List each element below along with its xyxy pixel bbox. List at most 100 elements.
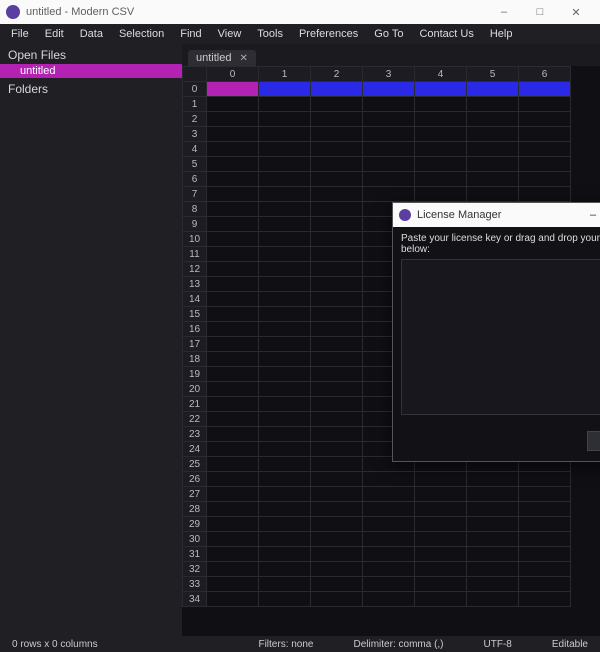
grid-cell[interactable] bbox=[207, 457, 259, 472]
grid-cell[interactable] bbox=[311, 277, 363, 292]
grid-cell[interactable] bbox=[415, 187, 467, 202]
grid-cell[interactable] bbox=[467, 157, 519, 172]
grid-cell[interactable] bbox=[415, 82, 467, 97]
grid-cell[interactable] bbox=[311, 487, 363, 502]
grid-cell[interactable] bbox=[259, 487, 311, 502]
grid-cell[interactable] bbox=[363, 127, 415, 142]
grid-cell[interactable] bbox=[259, 322, 311, 337]
grid-cell[interactable] bbox=[519, 187, 571, 202]
grid-cell[interactable] bbox=[207, 412, 259, 427]
grid-cell[interactable] bbox=[363, 112, 415, 127]
grid-cell[interactable] bbox=[259, 562, 311, 577]
grid-cell[interactable] bbox=[415, 577, 467, 592]
grid-cell[interactable] bbox=[363, 547, 415, 562]
row-header[interactable]: 25 bbox=[183, 457, 207, 472]
row-header[interactable]: 33 bbox=[183, 577, 207, 592]
grid-cell[interactable] bbox=[415, 142, 467, 157]
grid-cell[interactable] bbox=[259, 247, 311, 262]
grid-cell[interactable] bbox=[259, 412, 311, 427]
grid-cell[interactable] bbox=[467, 187, 519, 202]
grid-cell[interactable] bbox=[363, 502, 415, 517]
row-header[interactable]: 30 bbox=[183, 532, 207, 547]
grid-cell[interactable] bbox=[207, 487, 259, 502]
grid-cell[interactable] bbox=[519, 547, 571, 562]
grid-cell[interactable] bbox=[519, 577, 571, 592]
sidebar-open-files-header[interactable]: Open Files bbox=[0, 44, 182, 64]
grid-cell[interactable] bbox=[519, 502, 571, 517]
grid-cell[interactable] bbox=[311, 142, 363, 157]
grid-cell[interactable] bbox=[467, 112, 519, 127]
grid-cell[interactable] bbox=[415, 472, 467, 487]
col-header[interactable]: 5 bbox=[467, 67, 519, 82]
grid-cell[interactable] bbox=[311, 457, 363, 472]
grid-cell[interactable] bbox=[311, 292, 363, 307]
grid-cell[interactable] bbox=[311, 397, 363, 412]
col-header[interactable]: 3 bbox=[363, 67, 415, 82]
grid-cell[interactable] bbox=[311, 232, 363, 247]
row-header[interactable]: 5 bbox=[183, 157, 207, 172]
grid-cell[interactable] bbox=[311, 562, 363, 577]
grid-cell[interactable] bbox=[311, 112, 363, 127]
grid-cell[interactable] bbox=[311, 172, 363, 187]
sidebar-file-item[interactable]: untitled bbox=[0, 64, 182, 78]
grid-cell[interactable] bbox=[259, 547, 311, 562]
grid-cell[interactable] bbox=[207, 202, 259, 217]
menu-tools[interactable]: Tools bbox=[250, 26, 290, 42]
grid-cell[interactable] bbox=[311, 187, 363, 202]
grid-cell[interactable] bbox=[259, 532, 311, 547]
grid-corner[interactable] bbox=[183, 67, 207, 82]
grid-cell[interactable] bbox=[519, 97, 571, 112]
grid-cell[interactable] bbox=[259, 127, 311, 142]
grid-cell[interactable] bbox=[311, 157, 363, 172]
row-header[interactable]: 18 bbox=[183, 352, 207, 367]
grid-cell[interactable] bbox=[363, 142, 415, 157]
menu-find[interactable]: Find bbox=[173, 26, 208, 42]
col-header[interactable]: 2 bbox=[311, 67, 363, 82]
menu-edit[interactable]: Edit bbox=[38, 26, 71, 42]
row-header[interactable]: 20 bbox=[183, 382, 207, 397]
row-header[interactable]: 26 bbox=[183, 472, 207, 487]
grid-cell[interactable] bbox=[467, 172, 519, 187]
grid-cell[interactable] bbox=[207, 127, 259, 142]
status-mode[interactable]: Editable bbox=[552, 639, 588, 650]
grid-cell[interactable] bbox=[259, 142, 311, 157]
grid-cell[interactable] bbox=[207, 82, 259, 97]
grid-cell[interactable] bbox=[415, 112, 467, 127]
grid-cell[interactable] bbox=[259, 472, 311, 487]
row-header[interactable]: 10 bbox=[183, 232, 207, 247]
grid-cell[interactable] bbox=[259, 292, 311, 307]
close-button[interactable]: ✕ bbox=[558, 0, 594, 24]
grid-cell[interactable] bbox=[311, 442, 363, 457]
grid-cell[interactable] bbox=[311, 217, 363, 232]
file-tab[interactable]: untitled ✕ bbox=[188, 50, 256, 66]
grid-cell[interactable] bbox=[311, 97, 363, 112]
grid-cell[interactable] bbox=[259, 307, 311, 322]
minimize-button[interactable]: – bbox=[486, 0, 522, 24]
grid-cell[interactable] bbox=[415, 592, 467, 607]
grid-cell[interactable] bbox=[207, 547, 259, 562]
submit-button[interactable]: Submit bbox=[587, 431, 600, 451]
grid-cell[interactable] bbox=[467, 97, 519, 112]
grid-cell[interactable] bbox=[519, 142, 571, 157]
grid-cell[interactable] bbox=[259, 262, 311, 277]
row-header[interactable]: 19 bbox=[183, 367, 207, 382]
grid-cell[interactable] bbox=[415, 517, 467, 532]
row-header[interactable]: 34 bbox=[183, 592, 207, 607]
grid-cell[interactable] bbox=[467, 142, 519, 157]
grid-cell[interactable] bbox=[207, 367, 259, 382]
row-header[interactable]: 22 bbox=[183, 412, 207, 427]
grid-cell[interactable] bbox=[467, 82, 519, 97]
grid-cell[interactable] bbox=[207, 532, 259, 547]
grid-cell[interactable] bbox=[311, 517, 363, 532]
grid-cell[interactable] bbox=[519, 82, 571, 97]
grid-cell[interactable] bbox=[311, 307, 363, 322]
grid-cell[interactable] bbox=[363, 97, 415, 112]
grid-cell[interactable] bbox=[207, 187, 259, 202]
grid-cell[interactable] bbox=[415, 97, 467, 112]
row-header[interactable]: 7 bbox=[183, 187, 207, 202]
grid-cell[interactable] bbox=[207, 337, 259, 352]
grid-cell[interactable] bbox=[207, 427, 259, 442]
row-header[interactable]: 23 bbox=[183, 427, 207, 442]
grid-cell[interactable] bbox=[467, 487, 519, 502]
menu-help[interactable]: Help bbox=[483, 26, 520, 42]
